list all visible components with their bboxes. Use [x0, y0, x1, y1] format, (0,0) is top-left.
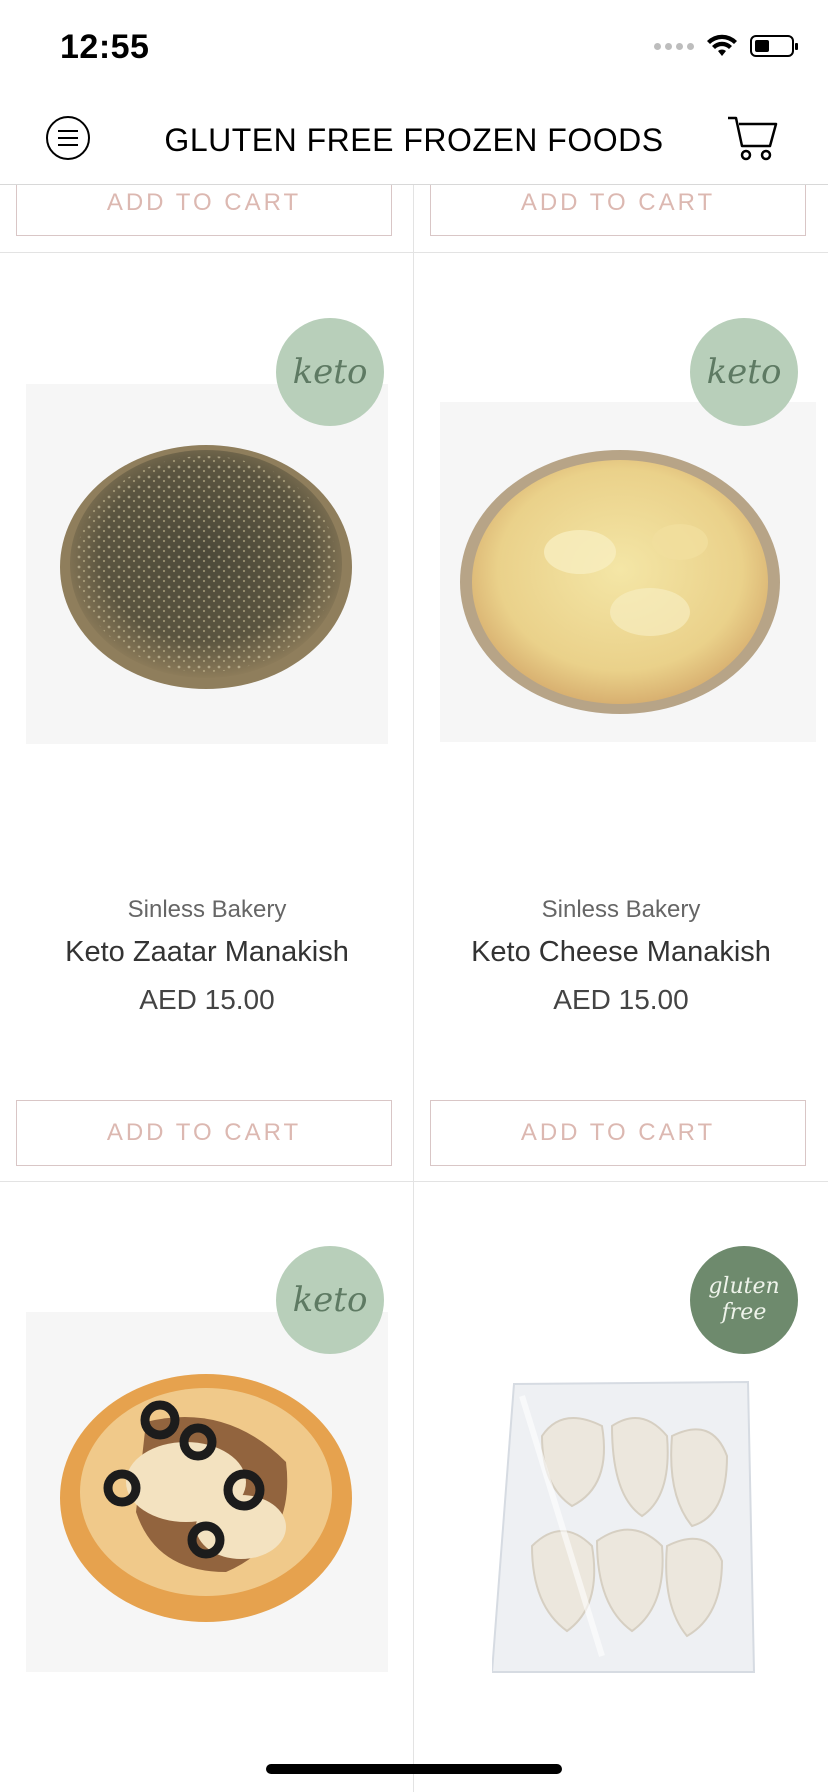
add-to-cart-button[interactable]: ADD TO CART — [16, 184, 392, 236]
row-divider — [0, 1181, 828, 1182]
product-image[interactable] — [440, 402, 816, 742]
keto-badge-icon: keto — [690, 318, 798, 426]
product-grid: ADD TO CART ADD TO CART keto Sinless Bak… — [0, 184, 828, 1792]
keto-badge-icon: keto — [276, 1246, 384, 1354]
product-vendor[interactable]: Sinless Bakery — [0, 896, 414, 924]
keto-badge-icon: keto — [276, 318, 384, 426]
product-image[interactable] — [26, 1312, 388, 1672]
product-image[interactable] — [492, 1376, 762, 1676]
add-to-cart-button[interactable]: ADD TO CART — [430, 1100, 806, 1166]
add-to-cart-button[interactable]: ADD TO CART — [430, 184, 806, 236]
product-price: AED 15.00 — [139, 984, 275, 1015]
product-name[interactable]: Keto Cheese Manakish — [414, 936, 828, 969]
add-to-cart-button[interactable]: ADD TO CART — [16, 1100, 392, 1166]
cart-icon[interactable] — [726, 112, 778, 162]
battery-icon — [750, 35, 798, 57]
product-image[interactable] — [26, 384, 388, 744]
wifi-icon — [707, 34, 737, 56]
status-icons — [654, 34, 798, 58]
page-title: GLUTEN FREE FROZEN FOODS — [164, 122, 664, 158]
gluten-free-badge-icon: gluten free — [690, 1246, 798, 1354]
cellular-signal-icon — [654, 42, 694, 50]
status-time: 12:55 — [60, 28, 150, 66]
status-bar: 12:55 — [0, 0, 828, 96]
product-name[interactable]: Keto Zaatar Manakish — [0, 936, 414, 969]
home-indicator[interactable] — [266, 1764, 562, 1774]
product-price: AED 15.00 — [553, 984, 689, 1015]
product-vendor[interactable]: Sinless Bakery — [414, 896, 828, 924]
top-nav-bar: GLUTEN FREE FROZEN FOODS — [0, 96, 828, 185]
row-divider — [0, 252, 828, 253]
